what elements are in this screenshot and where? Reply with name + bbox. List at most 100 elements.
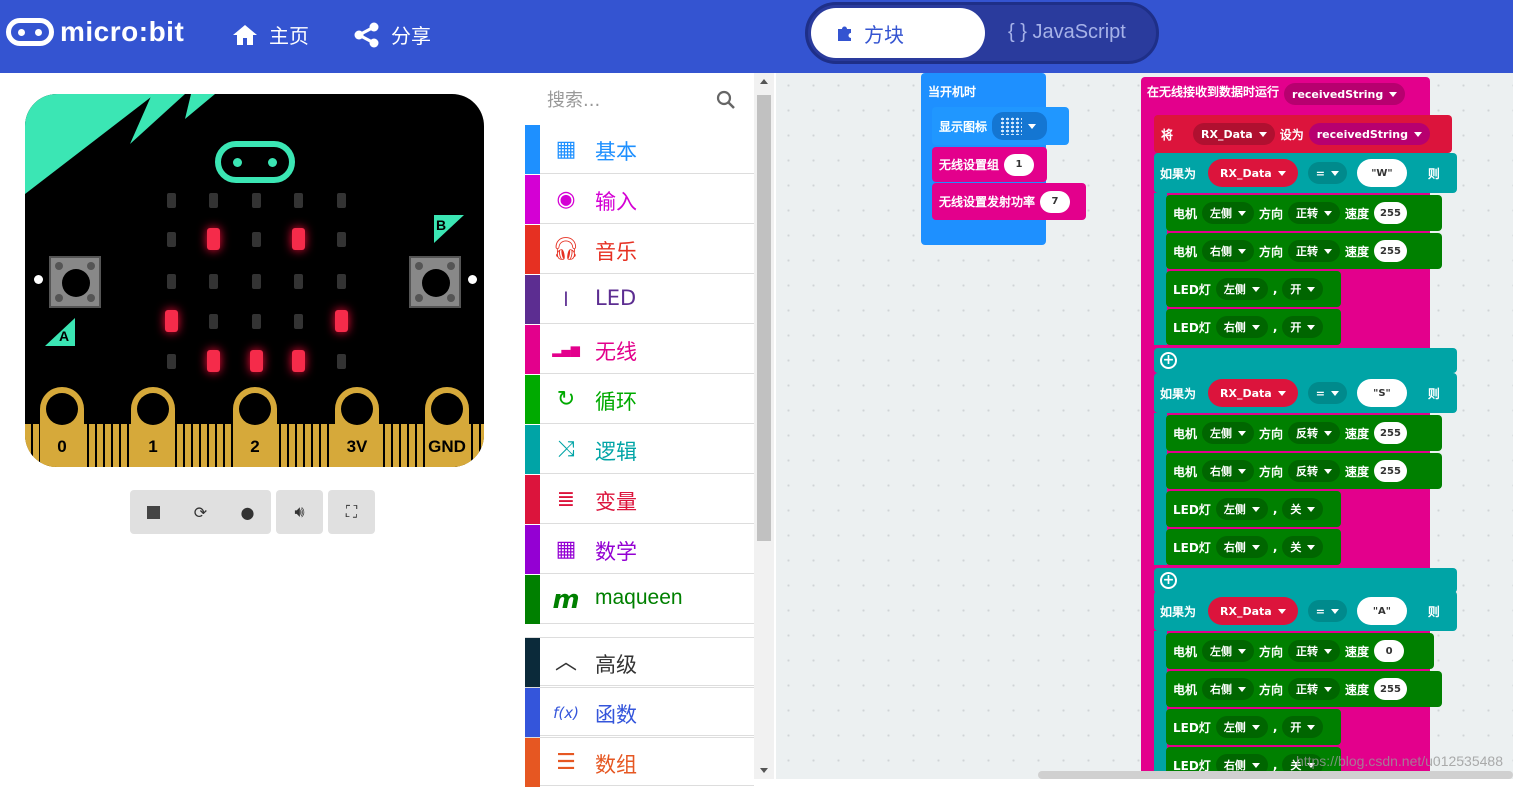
side-dropdown[interactable]: 左侧	[1202, 640, 1254, 662]
tab-blocks[interactable]: 方块	[811, 8, 985, 58]
state-dropdown[interactable]: 开	[1282, 716, 1323, 738]
var-dropdown[interactable]: RX_Data	[1193, 123, 1275, 145]
radio-set-power-block[interactable]: 无线设置发射功率 7	[932, 183, 1086, 220]
direction-dropdown[interactable]: 正转	[1288, 240, 1340, 262]
pin-3v[interactable]: 3V	[335, 387, 379, 467]
stop-button[interactable]	[130, 490, 177, 534]
scroll-up-icon[interactable]	[760, 79, 768, 84]
if-footer[interactable]: +	[1154, 348, 1457, 373]
category-6[interactable]: ⤨逻辑	[525, 425, 754, 474]
side-dropdown[interactable]: 左侧	[1216, 498, 1268, 520]
side-dropdown[interactable]: 右侧	[1202, 678, 1254, 700]
search-box[interactable]: 搜索...	[525, 73, 754, 125]
motor-block[interactable]: 电机右侧方向正转速度255	[1166, 671, 1442, 707]
received-string-param[interactable]: receivedString	[1284, 83, 1405, 105]
category-9[interactable]: mmaqueen	[525, 575, 754, 624]
add-else-icon[interactable]: +	[1160, 572, 1177, 589]
side-dropdown[interactable]: 左侧	[1216, 278, 1268, 300]
fullscreen-button[interactable]: ⛶	[328, 490, 375, 534]
scroll-down-icon[interactable]	[760, 768, 768, 773]
radio-power-value[interactable]: 7	[1040, 191, 1070, 213]
mute-button[interactable]: 🔊︎	[276, 490, 323, 534]
direction-dropdown[interactable]: 正转	[1288, 202, 1340, 224]
motor-block[interactable]: 电机右侧方向反转速度255	[1166, 453, 1442, 489]
share-button[interactable]: 分享	[353, 20, 431, 49]
home-button[interactable]: 主页	[231, 20, 309, 49]
side-dropdown[interactable]: 右侧	[1216, 316, 1268, 338]
direction-dropdown[interactable]: 正转	[1288, 640, 1340, 662]
side-dropdown[interactable]: 右侧	[1202, 460, 1254, 482]
direction-dropdown[interactable]: 正转	[1288, 678, 1340, 700]
category-3[interactable]: ⏽LED	[525, 275, 754, 324]
toolbox-scrollbar[interactable]	[754, 73, 774, 779]
var-dropdown[interactable]: RX_Data	[1208, 159, 1298, 187]
radio-set-group-block[interactable]: 无线设置组 1	[932, 147, 1047, 182]
category-11[interactable]: f(x)函数	[525, 687, 754, 736]
led-block[interactable]: LED灯右侧,关	[1166, 529, 1341, 565]
state-dropdown[interactable]: 关	[1282, 536, 1323, 558]
var-dropdown[interactable]: RX_Data	[1208, 379, 1298, 407]
category-5[interactable]: ↻循环	[525, 375, 754, 424]
category-1[interactable]: ◉输入	[525, 175, 754, 224]
side-dropdown[interactable]: 左侧	[1216, 716, 1268, 738]
compare-dropdown[interactable]: =	[1308, 382, 1347, 404]
show-icon-block[interactable]: 显示图标	[932, 107, 1069, 145]
string-value[interactable]: "A"	[1357, 597, 1407, 625]
speed-value[interactable]: 255	[1374, 460, 1407, 482]
slowmo-button[interactable]: ●	[224, 490, 271, 534]
category-7[interactable]: ≣变量	[525, 475, 754, 524]
scrollbar-thumb[interactable]	[757, 95, 771, 541]
value-dropdown[interactable]: receivedString	[1309, 123, 1430, 145]
icon-dropdown[interactable]	[992, 112, 1047, 140]
pin-2[interactable]: 2	[233, 387, 277, 467]
led-block[interactable]: LED灯左侧,关	[1166, 491, 1341, 527]
microbit-logo[interactable]: micro:bit	[6, 16, 184, 48]
led-block[interactable]: LED灯左侧,开	[1166, 709, 1341, 745]
string-value[interactable]: "S"	[1357, 379, 1407, 407]
button-b[interactable]	[409, 256, 461, 308]
search-icon[interactable]	[716, 90, 736, 110]
state-dropdown[interactable]: 开	[1282, 278, 1323, 300]
direction-dropdown[interactable]: 反转	[1288, 422, 1340, 444]
radio-group-value[interactable]: 1	[1004, 154, 1034, 176]
side-dropdown[interactable]: 右侧	[1216, 536, 1268, 558]
led-block[interactable]: LED灯右侧,开	[1166, 309, 1341, 345]
search-input[interactable]: 搜索...	[547, 86, 600, 112]
if-block[interactable]: 如果为RX_Data="S"则	[1154, 373, 1457, 413]
category-8[interactable]: ▦数学	[525, 525, 754, 574]
speed-value[interactable]: 255	[1374, 422, 1407, 444]
direction-dropdown[interactable]: 反转	[1288, 460, 1340, 482]
button-a[interactable]	[49, 256, 101, 308]
pin-gnd[interactable]: GND	[425, 387, 469, 467]
if-footer[interactable]: +	[1154, 568, 1457, 593]
workspace-scrollbar[interactable]	[1038, 771, 1513, 779]
side-dropdown[interactable]: 左侧	[1202, 202, 1254, 224]
tab-javascript[interactable]: { } JavaScript	[1008, 21, 1126, 44]
pin-0[interactable]: 0	[40, 387, 84, 467]
category-4[interactable]: ▂▄▆无线	[525, 325, 754, 374]
category-0[interactable]: ▦基本	[525, 125, 754, 174]
state-dropdown[interactable]: 开	[1282, 316, 1323, 338]
speed-value[interactable]: 255	[1374, 202, 1407, 224]
speed-value[interactable]: 255	[1374, 240, 1407, 262]
category-2[interactable]: 🎧︎音乐	[525, 225, 754, 274]
restart-button[interactable]: ⟳	[177, 490, 224, 534]
led-block[interactable]: LED灯左侧,开	[1166, 271, 1341, 307]
speed-value[interactable]: 0	[1374, 640, 1404, 662]
if-block[interactable]: 如果为RX_Data="A"则	[1154, 591, 1457, 631]
var-dropdown[interactable]: RX_Data	[1208, 597, 1298, 625]
state-dropdown[interactable]: 关	[1282, 498, 1323, 520]
string-value[interactable]: "W"	[1357, 159, 1407, 187]
set-variable-block[interactable]: 将 RX_Data 设为 receivedString	[1154, 115, 1452, 153]
motor-block[interactable]: 电机左侧方向正转速度255	[1166, 195, 1442, 231]
add-else-icon[interactable]: +	[1160, 352, 1177, 369]
side-dropdown[interactable]: 左侧	[1202, 422, 1254, 444]
motor-block[interactable]: 电机右侧方向正转速度255	[1166, 233, 1442, 269]
pin-1[interactable]: 1	[131, 387, 175, 467]
speed-value[interactable]: 255	[1374, 678, 1407, 700]
compare-dropdown[interactable]: =	[1308, 162, 1347, 184]
category-10[interactable]: ︿高级	[525, 637, 754, 686]
compare-dropdown[interactable]: =	[1308, 600, 1347, 622]
motor-block[interactable]: 电机左侧方向反转速度255	[1166, 415, 1442, 451]
blocks-workspace[interactable]: 当开机时 显示图标 无线设置组 1 无线设置发射功率 7 在无线接收到数据时运行…	[776, 73, 1513, 779]
